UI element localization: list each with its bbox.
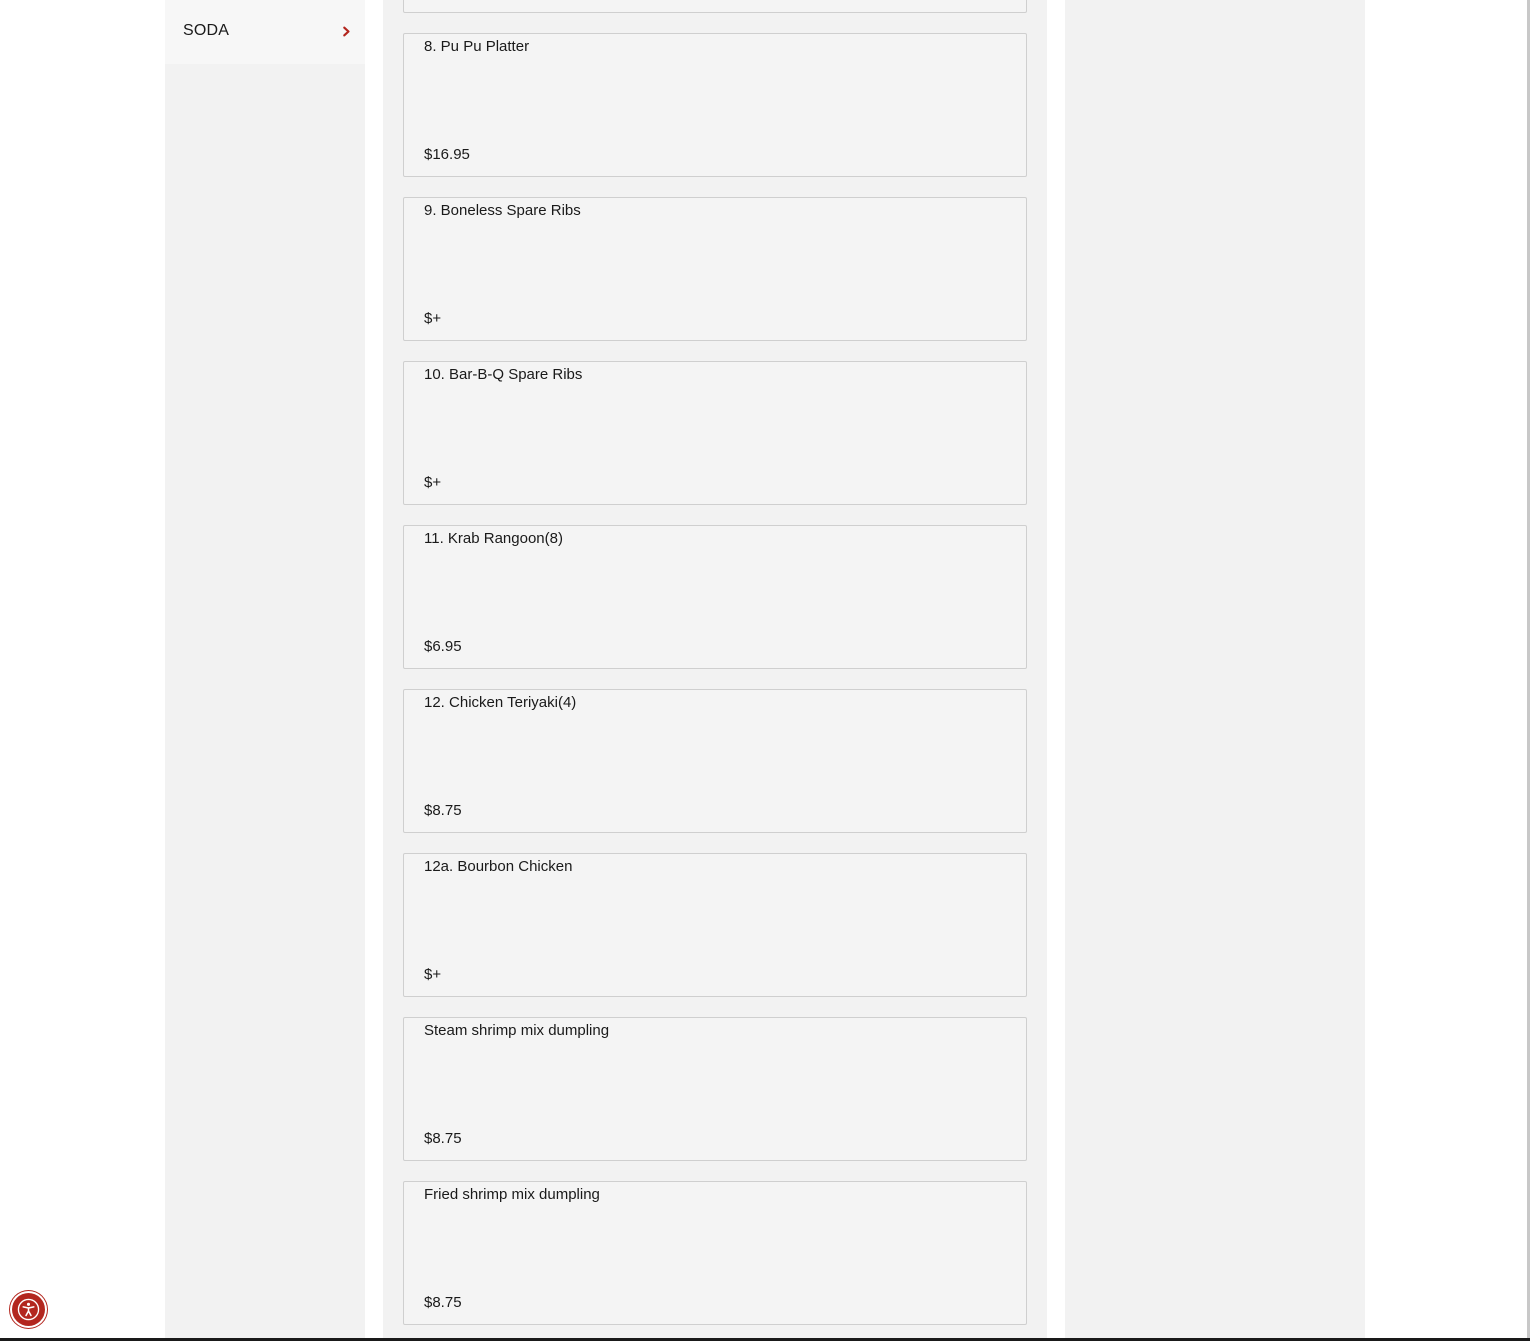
menu-item-card[interactable]: 8. Pu Pu Platter $16.95 — [403, 33, 1027, 177]
menu-item-price: $8.75 — [424, 802, 462, 819]
menu-item-card[interactable]: 12. Chicken Teriyaki(4) $8.75 — [403, 689, 1027, 833]
menu-item-card[interactable]: 9. Boneless Spare Ribs $+ — [403, 197, 1027, 341]
menu-item-name: 10. Bar-B-Q Spare Ribs — [424, 366, 583, 383]
menu-item-name: Steam shrimp mix dumpling — [424, 1022, 610, 1039]
menu-item-price: $8.75 — [424, 1130, 462, 1147]
menu-item-price: $6.95 — [424, 638, 462, 655]
menu-item-card[interactable]: Steam shrimp mix dumpling $8.75 — [403, 1017, 1027, 1161]
menu-item-price: $+ — [424, 966, 442, 983]
menu-item-card[interactable]: Fried shrimp mix dumpling $8.75 — [403, 1181, 1027, 1325]
menu-item-name: 12a. Bourbon Chicken — [424, 858, 573, 875]
menu-item-name: 9. Boneless Spare Ribs — [424, 202, 581, 219]
chevron-right-icon — [343, 26, 350, 37]
category-sidebar: SODA — [165, 0, 365, 1341]
sidebar-item-label: SODA — [183, 22, 230, 39]
menu-item-card[interactable]: 10. Bar-B-Q Spare Ribs $+ — [403, 361, 1027, 505]
menu-item-name: 11. Krab Rangoon(8) — [424, 530, 563, 547]
menu-item-card-partial[interactable] — [403, 0, 1027, 13]
accessibility-button[interactable] — [12, 1293, 45, 1326]
menu-item-price: $16.95 — [424, 146, 470, 163]
menu-item-name: Fried shrimp mix dumpling — [424, 1186, 600, 1203]
menu-item-price: $8.75 — [424, 1294, 462, 1311]
sidebar-item-soda[interactable]: SODA — [165, 0, 365, 64]
page: SODA 8. Pu Pu Platter $16.95 9. Boneless… — [0, 0, 1530, 1341]
menu-item-price: $+ — [424, 474, 442, 491]
menu-item-card[interactable]: 12a. Bourbon Chicken $+ — [403, 853, 1027, 997]
menu-item-list: 8. Pu Pu Platter $16.95 9. Boneless Spar… — [383, 0, 1047, 1341]
menu-item-price: $+ — [424, 310, 442, 327]
menu-item-name: 8. Pu Pu Platter — [424, 38, 530, 55]
menu-item-card[interactable]: 11. Krab Rangoon(8) $6.95 — [403, 525, 1027, 669]
menu-item-name: 12. Chicken Teriyaki(4) — [424, 694, 577, 711]
cart-panel — [1065, 0, 1365, 1341]
accessibility-icon — [17, 1298, 40, 1321]
